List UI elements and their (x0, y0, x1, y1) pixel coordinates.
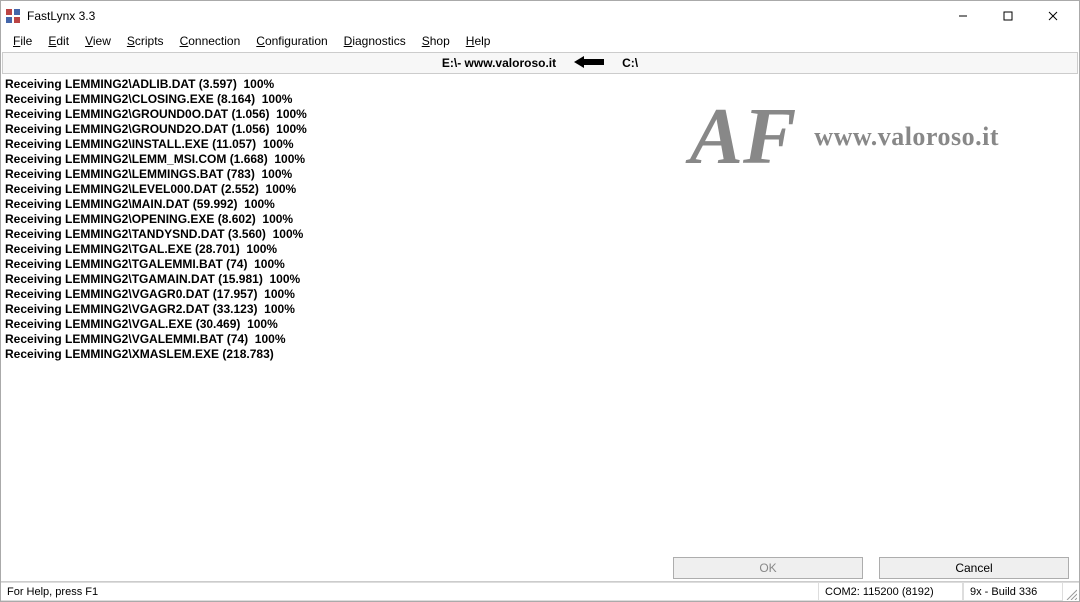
window-controls (940, 2, 1075, 30)
status-com: COM2: 115200 (8192) (818, 582, 963, 601)
app-window: FastLynx 3.3 FileEditViewScriptsConnecti… (0, 0, 1080, 602)
menubar: FileEditViewScriptsConnectionConfigurati… (1, 31, 1079, 51)
menu-item-diagnostics[interactable]: Diagnostics (336, 32, 414, 50)
path-right: C:\ (622, 56, 638, 70)
log-line: Receiving LEMMING2\VGAGR0.DAT (17.957) 1… (5, 287, 1075, 302)
ok-button[interactable]: OK (673, 557, 863, 579)
path-bar: E:\- www.valoroso.it C:\ (2, 52, 1078, 74)
dialog-buttons: OK Cancel (1, 553, 1079, 581)
log-line: Receiving LEMMING2\LEMMINGS.BAT (783) 10… (5, 167, 1075, 182)
minimize-button[interactable] (940, 2, 985, 30)
log-line: Receiving LEMMING2\ADLIB.DAT (3.597) 100… (5, 77, 1075, 92)
resize-grip[interactable] (1063, 582, 1079, 601)
log-line: Receiving LEMMING2\MAIN.DAT (59.992) 100… (5, 197, 1075, 212)
status-build: 9x - Build 336 (963, 582, 1063, 601)
window-title: FastLynx 3.3 (27, 9, 940, 23)
menu-item-edit[interactable]: Edit (40, 32, 77, 50)
log-line: Receiving LEMMING2\TGAMAIN.DAT (15.981) … (5, 272, 1075, 287)
menu-item-file[interactable]: File (5, 32, 40, 50)
log-line: Receiving LEMMING2\INSTALL.EXE (11.057) … (5, 137, 1075, 152)
log-line: Receiving LEMMING2\VGAGR2.DAT (33.123) 1… (5, 302, 1075, 317)
log-line: Receiving LEMMING2\VGALEMMI.BAT (74) 100… (5, 332, 1075, 347)
log-line: Receiving LEMMING2\LEMM_MSI.COM (1.668) … (5, 152, 1075, 167)
log-line: Receiving LEMMING2\OPENING.EXE (8.602) 1… (5, 212, 1075, 227)
menu-item-connection[interactable]: Connection (172, 32, 249, 50)
arrow-left-icon (574, 56, 604, 71)
status-help: For Help, press F1 (1, 582, 818, 601)
cancel-button[interactable]: Cancel (879, 557, 1069, 579)
log-line: Receiving LEMMING2\VGAL.EXE (30.469) 100… (5, 317, 1075, 332)
log-line: Receiving LEMMING2\GROUND0O.DAT (1.056) … (5, 107, 1075, 122)
path-left: E:\- www.valoroso.it (442, 56, 556, 70)
log-line: Receiving LEMMING2\LEVEL000.DAT (2.552) … (5, 182, 1075, 197)
menu-item-shop[interactable]: Shop (414, 32, 458, 50)
menu-item-view[interactable]: View (77, 32, 119, 50)
log-line: Receiving LEMMING2\CLOSING.EXE (8.164) 1… (5, 92, 1075, 107)
log-line: Receiving LEMMING2\TANDYSND.DAT (3.560) … (5, 227, 1075, 242)
log-line: Receiving LEMMING2\TGALEMMI.BAT (74) 100… (5, 257, 1075, 272)
menu-item-scripts[interactable]: Scripts (119, 32, 172, 50)
close-button[interactable] (1030, 2, 1075, 30)
log-line: Receiving LEMMING2\TGAL.EXE (28.701) 100… (5, 242, 1075, 257)
menu-item-help[interactable]: Help (458, 32, 499, 50)
titlebar: FastLynx 3.3 (1, 1, 1079, 31)
menu-item-configuration[interactable]: Configuration (248, 32, 335, 50)
app-icon (5, 8, 21, 24)
transfer-log: AF www.valoroso.it Receiving LEMMING2\AD… (1, 75, 1079, 553)
statusbar: For Help, press F1 COM2: 115200 (8192) 9… (1, 581, 1079, 601)
log-line: Receiving LEMMING2\GROUND2O.DAT (1.056) … (5, 122, 1075, 137)
log-line: Receiving LEMMING2\XMASLEM.EXE (218.783) (5, 347, 1075, 362)
maximize-button[interactable] (985, 2, 1030, 30)
